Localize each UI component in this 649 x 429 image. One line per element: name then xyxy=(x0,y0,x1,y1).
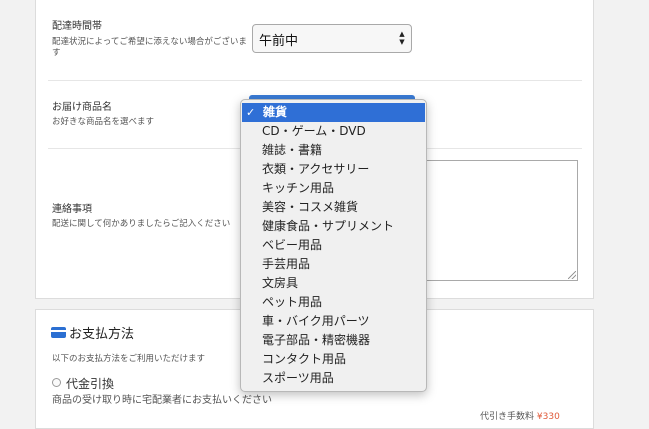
dropdown-option[interactable]: CD・ゲーム・DVD xyxy=(241,122,426,141)
cod-note: 商品の受け取り時に宅配業者にお支払いください xyxy=(52,395,272,406)
resize-grip-icon[interactable] xyxy=(568,271,576,279)
cod-fee-value: ¥330 xyxy=(536,412,560,422)
dropdown-option-label: ペット用品 xyxy=(262,295,323,309)
payment-intro: 以下のお支払方法をご利用いただけます xyxy=(52,354,206,364)
dropdown-option[interactable]: 衣類・アクセサリー xyxy=(241,160,426,179)
dropdown-option-label: 手芸用品 xyxy=(262,257,311,271)
delivery-time-note: 配達状況によってご希望に添えない場合がございます xyxy=(52,37,247,58)
dropdown-option[interactable]: 手芸用品 xyxy=(241,255,426,274)
dropdown-option[interactable]: 健康食品・サプリメント xyxy=(241,217,426,236)
dropdown-option-label: 文房具 xyxy=(262,276,299,290)
dropdown-option-label: 雑誌・書籍 xyxy=(262,143,323,157)
divider xyxy=(48,80,582,81)
dropdown-option[interactable]: 車・バイク用パーツ xyxy=(241,312,426,331)
dropdown-option[interactable]: 雑誌・書籍 xyxy=(241,141,426,160)
product-name-dropdown[interactable]: ✓ 雑貨 CD・ゲーム・DVD 雑誌・書籍衣類・アクセサリー キッチン用品美容・コスメ雑… xyxy=(240,99,427,392)
contact-label: 連絡事項 xyxy=(52,204,92,215)
cod-fee-label: 代引き手数料 xyxy=(480,412,535,422)
cod-radio[interactable] xyxy=(52,378,61,387)
payment-title-text: お支払方法 xyxy=(69,327,135,342)
dropdown-option-label: 電子部品・精密機器 xyxy=(262,333,371,347)
dropdown-option[interactable]: ベビー用品 xyxy=(241,236,426,255)
product-name-label: お届け商品名 xyxy=(52,102,112,113)
dropdown-option-label: 衣類・アクセサリー xyxy=(262,162,370,176)
dropdown-option[interactable]: 文房具 xyxy=(241,274,426,293)
dropdown-option-label: CD・ゲーム・DVD xyxy=(262,124,366,138)
dropdown-option-label: 健康食品・サプリメント xyxy=(262,219,395,233)
dropdown-option-label: ベビー用品 xyxy=(262,238,323,252)
dropdown-option-label: 美容・コスメ雑貨 xyxy=(262,200,359,214)
dropdown-option[interactable]: キッチン用品 xyxy=(241,179,426,198)
delivery-time-value: 午前中 xyxy=(259,34,299,49)
dropdown-option[interactable]: ✓ 雑貨 xyxy=(242,103,425,122)
dropdown-option-label: コンタクト用品 xyxy=(262,352,347,366)
dropdown-option[interactable]: スポーツ用品 xyxy=(241,369,426,388)
checkmark-icon: ✓ xyxy=(246,106,256,119)
cod-label: 代金引換 xyxy=(66,377,115,391)
dropdown-option-label: キッチン用品 xyxy=(262,181,335,195)
dropdown-option-label: 車・バイク用パーツ xyxy=(262,314,370,328)
product-name-note: お好きな商品名を選べます xyxy=(52,117,155,127)
delivery-time-select[interactable]: 午前中 ▲ ▼ xyxy=(252,24,412,53)
credit-card-icon xyxy=(51,327,66,338)
dropdown-option[interactable]: 電子部品・精密機器 xyxy=(241,331,426,350)
dropdown-option-label: スポーツ用品 xyxy=(262,371,334,385)
payment-title: お支払方法 xyxy=(51,323,134,342)
contact-note: 配送に関して何かありましたらご記入ください xyxy=(52,219,231,229)
contact-textarea[interactable] xyxy=(420,160,578,281)
dropdown-option-label: 雑貨 xyxy=(263,105,288,119)
select-arrows-icon: ▲ ▼ xyxy=(399,30,405,46)
dropdown-option[interactable]: 美容・コスメ雑貨 xyxy=(241,198,426,217)
dropdown-option[interactable]: ペット用品 xyxy=(241,293,426,312)
delivery-time-label: 配達時間帯 xyxy=(52,21,102,32)
dropdown-option[interactable]: コンタクト用品 xyxy=(241,350,426,369)
